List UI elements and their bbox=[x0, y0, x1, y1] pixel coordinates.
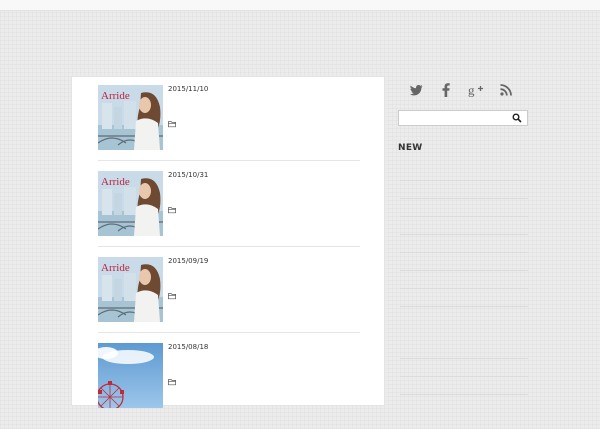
folder-icon[interactable] bbox=[168, 120, 176, 128]
new-post-divider bbox=[400, 216, 528, 217]
list-item[interactable]: Arride 2015/09/19 bbox=[98, 257, 360, 343]
post-date: 2015/11/10 bbox=[168, 85, 209, 93]
search-input[interactable] bbox=[399, 111, 517, 125]
thumbnail-label: Arride bbox=[101, 262, 130, 274]
new-post-divider bbox=[400, 288, 528, 289]
new-post-divider bbox=[400, 198, 528, 199]
post-divider bbox=[98, 332, 360, 333]
search-box bbox=[398, 110, 528, 126]
list-item[interactable]: Arride 2015/11/10 bbox=[98, 85, 360, 171]
folder-icon[interactable] bbox=[168, 292, 176, 300]
post-thumbnail[interactable]: Arride bbox=[98, 257, 163, 322]
post-date: 2015/08/18 bbox=[168, 343, 209, 351]
new-post-divider bbox=[400, 376, 528, 377]
list-item[interactable]: Arride 2015/10/31 bbox=[98, 171, 360, 257]
new-post-divider bbox=[400, 252, 528, 253]
thumbnail-label: Arride bbox=[101, 176, 130, 188]
thumbnail-label: Arride bbox=[101, 90, 130, 102]
new-posts-heading: NEW bbox=[398, 143, 423, 153]
svg-text:g: g bbox=[468, 83, 475, 98]
post-divider bbox=[98, 160, 360, 161]
new-post-divider bbox=[400, 180, 528, 181]
folder-icon[interactable] bbox=[168, 378, 176, 386]
facebook-icon[interactable] bbox=[438, 82, 454, 98]
top-bar bbox=[0, 0, 600, 11]
rss-icon[interactable] bbox=[498, 82, 514, 98]
post-divider bbox=[98, 246, 360, 247]
list-item[interactable]: 2015/08/18 bbox=[98, 343, 360, 429]
search-icon[interactable] bbox=[512, 113, 522, 123]
new-post-divider bbox=[400, 234, 528, 235]
google-plus-icon[interactable]: g bbox=[468, 82, 484, 98]
folder-icon[interactable] bbox=[168, 206, 176, 214]
post-thumbnail[interactable]: Arride bbox=[98, 85, 163, 150]
ferris-wheel-photo-image bbox=[98, 343, 163, 408]
twitter-icon[interactable] bbox=[408, 82, 424, 98]
post-thumbnail[interactable] bbox=[98, 343, 163, 408]
post-date: 2015/09/19 bbox=[168, 257, 209, 265]
new-post-divider bbox=[400, 358, 528, 359]
post-thumbnail[interactable]: Arride bbox=[98, 171, 163, 236]
new-post-divider bbox=[400, 306, 528, 307]
new-post-divider bbox=[400, 270, 528, 271]
woman-photo-image: Arride bbox=[98, 171, 163, 236]
woman-photo-image: Arride bbox=[98, 257, 163, 322]
social-links: g bbox=[406, 82, 524, 102]
post-list: Arride 2015/11/10 Arride 2015/10/31 Arri… bbox=[71, 76, 385, 408]
post-date: 2015/10/31 bbox=[168, 171, 209, 179]
header-divider bbox=[0, 64, 600, 65]
woman-photo-image: Arride bbox=[98, 85, 163, 150]
new-post-divider bbox=[400, 394, 528, 395]
